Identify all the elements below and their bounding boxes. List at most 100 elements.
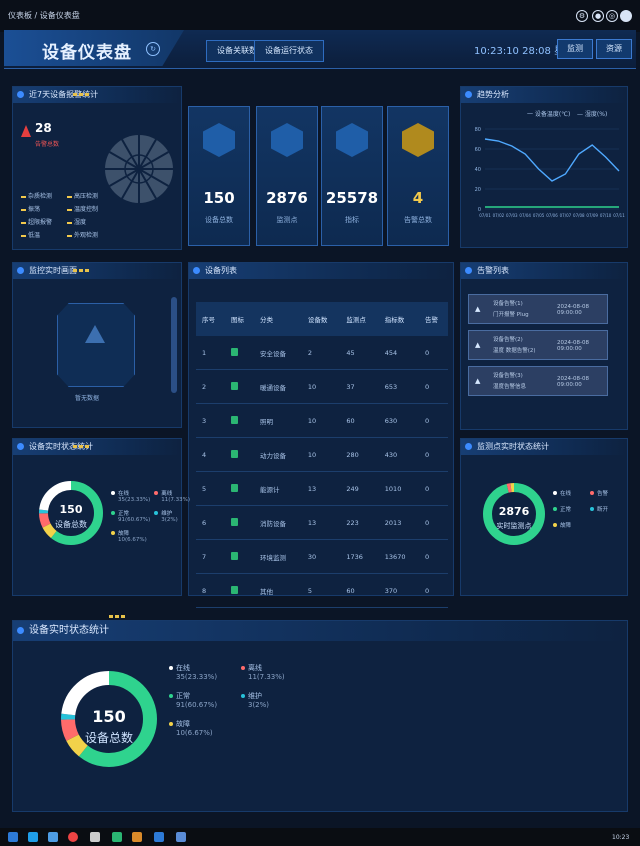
table-cell: 1010	[378, 471, 419, 506]
app-icon[interactable]	[176, 832, 186, 842]
table-cell: 照明	[254, 403, 302, 438]
trend-panel: 趋势分析 一 设备温度(℃) — 湿度(%) 80 60 40 20 0 07/01 07/…	[460, 86, 628, 248]
alarm-item-title: 设备告警(1)	[493, 301, 523, 307]
y-tick-label: 60	[475, 147, 481, 153]
tab-device-status[interactable]: 设备运行状态	[254, 40, 324, 62]
legend-item: 振荡	[21, 204, 65, 213]
point-status-panel: 监测点实时状态统计 2876 实时监测点 在线 告警 正常 断开 故障	[460, 438, 628, 596]
big-status-panel: 设备实时状态统计 150 设备总数 在线 35(23.33%) 离线 11(7.33%…	[12, 615, 628, 812]
table-row[interactable]: 7 环境监测 30 1736 13670 0	[196, 539, 448, 574]
trend-line-chart: 80604020007/01 07/02 07/03 07/04 07/05 07/06 0…	[475, 127, 626, 218]
table-cell: 370	[378, 573, 419, 608]
legend-item: 维护 3(2%)	[241, 691, 309, 709]
stat-value: 2876	[266, 189, 308, 207]
chrome-icon[interactable]	[68, 832, 78, 842]
table-row[interactable]: 6 消防设备 13 223 2013 0	[196, 505, 448, 540]
stat-card-metrics[interactable]: 25578 指标	[321, 106, 383, 246]
column-header[interactable]: 设备数	[301, 302, 341, 336]
device-type-icon	[231, 551, 239, 560]
app-icon[interactable]	[154, 832, 164, 842]
legend-item: 高压检测	[67, 191, 111, 200]
table-cell: 0	[418, 505, 448, 540]
stat-label: 指标	[345, 216, 359, 224]
stat-card-points[interactable]: 2876 监测点	[256, 106, 318, 246]
alarm-item[interactable]: ▲ 设备告警(1) 门开报警 Plug 2024-08-08 09:00:00	[468, 294, 608, 324]
table-row[interactable]: 5 能源计 13 249 1010 0	[196, 471, 448, 506]
breadcrumb[interactable]: 仪表板 / 设备仪表盘	[8, 10, 80, 21]
alarm-item-time: 2024-08-08 09:00:00	[557, 304, 589, 316]
panel-title: 设备实时状态统计	[13, 439, 181, 455]
scrollbar[interactable]	[171, 297, 177, 393]
donut-label: 设备总数	[55, 520, 87, 529]
table-cell: 3	[196, 403, 226, 438]
user-icon[interactable]	[620, 10, 632, 22]
device-status-legend: 在线 35(23.33%) 离线 11(7.33%) 正常 91(60.67%) 维护 3(2…	[111, 489, 190, 543]
table-cell: 5	[196, 471, 226, 506]
panel-title: 监测点实时状态统计	[461, 439, 627, 455]
table-cell: 454	[378, 336, 419, 370]
stat-label: 告警总数	[404, 216, 432, 224]
table-row[interactable]: 3 照明 10 60 630 0	[196, 403, 448, 438]
alarm-item-time: 2024-08-08 09:00:00	[557, 340, 589, 352]
table-cell: 37	[340, 369, 379, 404]
edge-icon[interactable]	[28, 832, 38, 842]
warning-icon	[402, 123, 434, 157]
table-cell: 消防设备	[254, 505, 302, 540]
alarm-item[interactable]: ▲ 设备告警(3) 湿度告警信息 2024-08-08 09:00:00	[468, 366, 608, 396]
dashboard-header: 设备仪表盘 ↻ 设备关联数 设备运行状态 10:23:10 28:08 星期四 …	[4, 30, 636, 69]
table-row[interactable]: 8 其他 5 60 370 0	[196, 573, 448, 608]
monitor-button[interactable]: 监测	[557, 39, 593, 59]
column-header[interactable]: 图标	[225, 302, 255, 336]
excel-icon[interactable]	[112, 832, 122, 842]
column-header[interactable]: 序号	[196, 302, 226, 336]
stat-card-devices[interactable]: 150 设备总数	[188, 106, 250, 246]
device-type-icon	[231, 347, 239, 356]
column-header[interactable]: 告警	[418, 302, 448, 336]
legend-item: 外观检测	[67, 230, 111, 239]
table-cell	[225, 505, 255, 540]
table-row[interactable]: 1 安全设备 2 45 454 0	[196, 336, 448, 370]
table-cell: 安全设备	[254, 336, 302, 370]
file-icon[interactable]	[90, 832, 100, 842]
start-icon[interactable]	[8, 832, 18, 842]
table-cell: 430	[378, 437, 419, 472]
no-data-caption: 暂无数据	[75, 395, 100, 402]
refresh-icon[interactable]: ↻	[146, 42, 160, 56]
gear-icon[interactable]: ⚙	[576, 10, 588, 22]
y-tick-label: 40	[475, 167, 481, 173]
y-tick-label: 20	[475, 187, 481, 193]
stat-card-alarms[interactable]: 4 告警总数	[387, 106, 449, 246]
alarm-radar-chart	[105, 135, 173, 203]
table-cell: 能源计	[254, 471, 302, 506]
device-type-icon	[231, 517, 239, 526]
table-cell: 1736	[340, 539, 379, 574]
table-cell: 5	[301, 573, 341, 608]
donut-label: 实时监测点	[496, 522, 532, 530]
table-cell: 1	[196, 336, 226, 370]
panel-title: 监控实时画面	[13, 263, 181, 279]
series-line	[484, 138, 620, 182]
column-header[interactable]: 分类	[254, 302, 302, 336]
table-cell: 0	[418, 437, 448, 472]
column-header[interactable]: 指标数	[378, 302, 419, 336]
alarm-item-title: 设备告警(3)	[493, 373, 523, 379]
alarm-item[interactable]: ▲ 设备告警(2) 温度 数据告警(2) 2024-08-08 09:00:00	[468, 330, 608, 360]
legend-item: 故障	[553, 521, 586, 529]
table-cell: 13	[301, 505, 341, 540]
column-header[interactable]: 监测点	[340, 302, 379, 336]
bell-icon[interactable]: ●	[592, 10, 604, 22]
panel-title: 近7天设备报警统计	[13, 87, 181, 103]
resource-button[interactable]: 资源	[596, 39, 632, 59]
table-row[interactable]: 4 动力设备 10 280 430 0	[196, 437, 448, 472]
table-cell: 8	[196, 573, 226, 608]
page-title: 设备仪表盘	[42, 43, 132, 63]
warning-icon: ▲	[475, 305, 481, 313]
table-row[interactable]: 2 暖通设备 10 37 653 0	[196, 369, 448, 404]
table-cell: 653	[378, 369, 419, 404]
big-status-legend: 在线 35(23.33%) 离线 11(7.33%) 正常 91(60.67%) 维护 3(2…	[169, 663, 309, 737]
device-type-icon	[231, 381, 239, 390]
app-icon[interactable]	[132, 832, 142, 842]
point-status-legend: 在线 告警 正常 断开 故障	[553, 489, 623, 529]
settings-icon[interactable]: ◎	[606, 10, 618, 22]
browser-icon[interactable]	[48, 832, 58, 842]
